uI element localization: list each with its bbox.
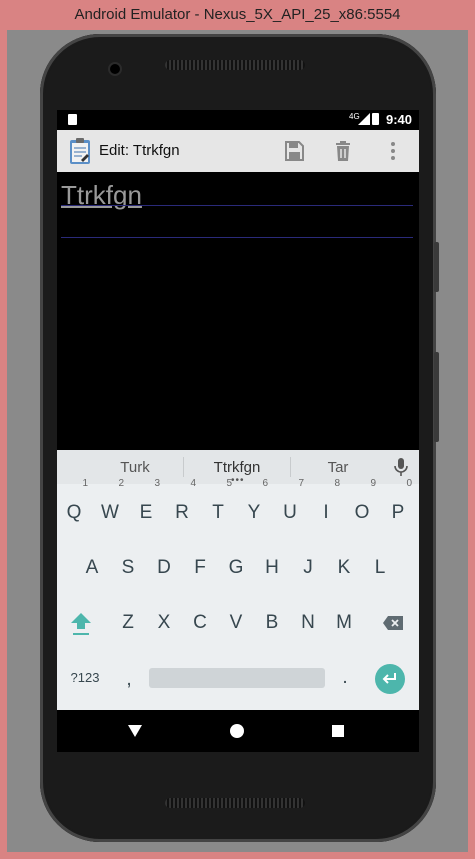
soft-keyboard: Turk Ttrkfgn Tar ••• Q1 W2 E3 R4 T5 Y6 U… <box>57 450 419 710</box>
key-c[interactable]: C <box>182 603 218 643</box>
comma-key[interactable]: , <box>111 660 147 700</box>
power-button <box>434 242 439 292</box>
key-label: I <box>323 502 329 523</box>
enter-icon <box>382 673 396 684</box>
key-d[interactable]: D <box>146 548 182 588</box>
key-t[interactable]: T5 <box>200 479 236 533</box>
key-label: E <box>139 502 153 523</box>
key-hint: 7 <box>298 478 304 489</box>
ruled-line <box>61 237 413 238</box>
suggestion-1[interactable]: Turk <box>95 459 175 476</box>
back-icon[interactable] <box>127 724 143 738</box>
key-m[interactable]: M <box>326 603 362 643</box>
key-l[interactable]: L <box>362 548 398 588</box>
status-time: 9:40 <box>386 112 413 127</box>
navigation-bar <box>57 710 419 752</box>
home-icon[interactable] <box>229 723 245 739</box>
enter-key[interactable] <box>375 664 405 694</box>
save-icon[interactable] <box>282 139 306 163</box>
volume-button <box>434 352 439 442</box>
key-r[interactable]: R4 <box>164 479 200 533</box>
sd-card-icon <box>68 114 77 125</box>
suggestion-divider <box>183 457 184 477</box>
key-hint: 3 <box>154 478 160 489</box>
key-label: Y <box>247 502 261 523</box>
shift-key[interactable] <box>63 603 99 643</box>
key-u[interactable]: U7 <box>272 479 308 533</box>
key-hint: 1 <box>82 478 88 489</box>
key-label: U <box>283 502 297 523</box>
key-i[interactable]: I8 <box>308 479 344 533</box>
period-key[interactable]: . <box>327 658 363 698</box>
notepad-app-icon <box>70 138 90 164</box>
suggestion-strip: Turk Ttrkfgn Tar ••• <box>57 450 419 486</box>
key-g[interactable]: G <box>218 548 254 588</box>
key-z[interactable]: Z <box>110 603 146 643</box>
key-j[interactable]: J <box>290 548 326 588</box>
note-editor[interactable]: Ttrkfgn <box>57 172 419 450</box>
key-hint: 0 <box>406 478 412 489</box>
key-o[interactable]: O9 <box>344 479 380 533</box>
key-a[interactable]: A <box>74 548 110 588</box>
backspace-key[interactable] <box>375 603 411 643</box>
key-hint: 4 <box>190 478 196 489</box>
shift-icon <box>71 612 91 635</box>
key-n[interactable]: N <box>290 603 326 643</box>
more-suggestions-icon: ••• <box>231 475 245 486</box>
top-speaker-grille <box>165 60 305 70</box>
front-camera <box>110 64 120 74</box>
key-x[interactable]: X <box>146 603 182 643</box>
key-y[interactable]: Y6 <box>236 479 272 533</box>
key-label: T <box>212 502 224 523</box>
key-p[interactable]: P0 <box>380 479 416 533</box>
backspace-icon <box>383 615 403 630</box>
ruled-line <box>61 205 413 206</box>
key-k[interactable]: K <box>326 548 362 588</box>
overflow-menu-icon[interactable] <box>381 139 405 163</box>
key-hint: 5 <box>226 478 232 489</box>
toolbar-title: Edit: Ttrkfgn <box>99 142 180 159</box>
key-hint: 9 <box>370 478 376 489</box>
key-e[interactable]: E3 <box>128 479 164 533</box>
key-label: P <box>391 502 405 523</box>
key-s[interactable]: S <box>110 548 146 588</box>
suggestion-3[interactable]: Tar <box>298 459 378 476</box>
suggestion-divider <box>290 457 291 477</box>
key-hint: 2 <box>118 478 124 489</box>
key-h[interactable]: H <box>254 548 290 588</box>
space-bar[interactable] <box>149 668 325 688</box>
key-q[interactable]: Q1 <box>57 479 92 533</box>
trash-icon[interactable] <box>331 139 355 163</box>
key-f[interactable]: F <box>182 548 218 588</box>
microphone-icon[interactable] <box>394 458 408 476</box>
key-hint: 6 <box>262 478 268 489</box>
bottom-speaker-grille <box>165 798 305 808</box>
key-label: O <box>354 502 370 523</box>
key-v[interactable]: V <box>218 603 254 643</box>
key-label: W <box>101 502 119 523</box>
note-text[interactable]: Ttrkfgn <box>61 180 142 211</box>
key-hint: 8 <box>334 478 340 489</box>
app-toolbar: Edit: Ttrkfgn <box>57 130 419 172</box>
key-b[interactable]: B <box>254 603 290 643</box>
symbols-key[interactable]: ?123 <box>65 658 105 698</box>
signal-icon <box>358 113 370 125</box>
status-bar: 4G 9:40 <box>57 110 419 130</box>
device-screen: 4G 9:40 Edit: Ttrkfgn Ttrkfgn Turk Ttrkf… <box>57 110 419 752</box>
window-title: Android Emulator - Nexus_5X_API_25_x86:5… <box>74 6 401 23</box>
key-label: R <box>175 502 189 523</box>
key-label: Q <box>66 502 82 523</box>
recents-icon[interactable] <box>331 724 345 738</box>
battery-icon <box>372 113 379 125</box>
key-w[interactable]: W2 <box>92 479 128 533</box>
suggestion-2[interactable]: Ttrkfgn <box>197 459 277 476</box>
